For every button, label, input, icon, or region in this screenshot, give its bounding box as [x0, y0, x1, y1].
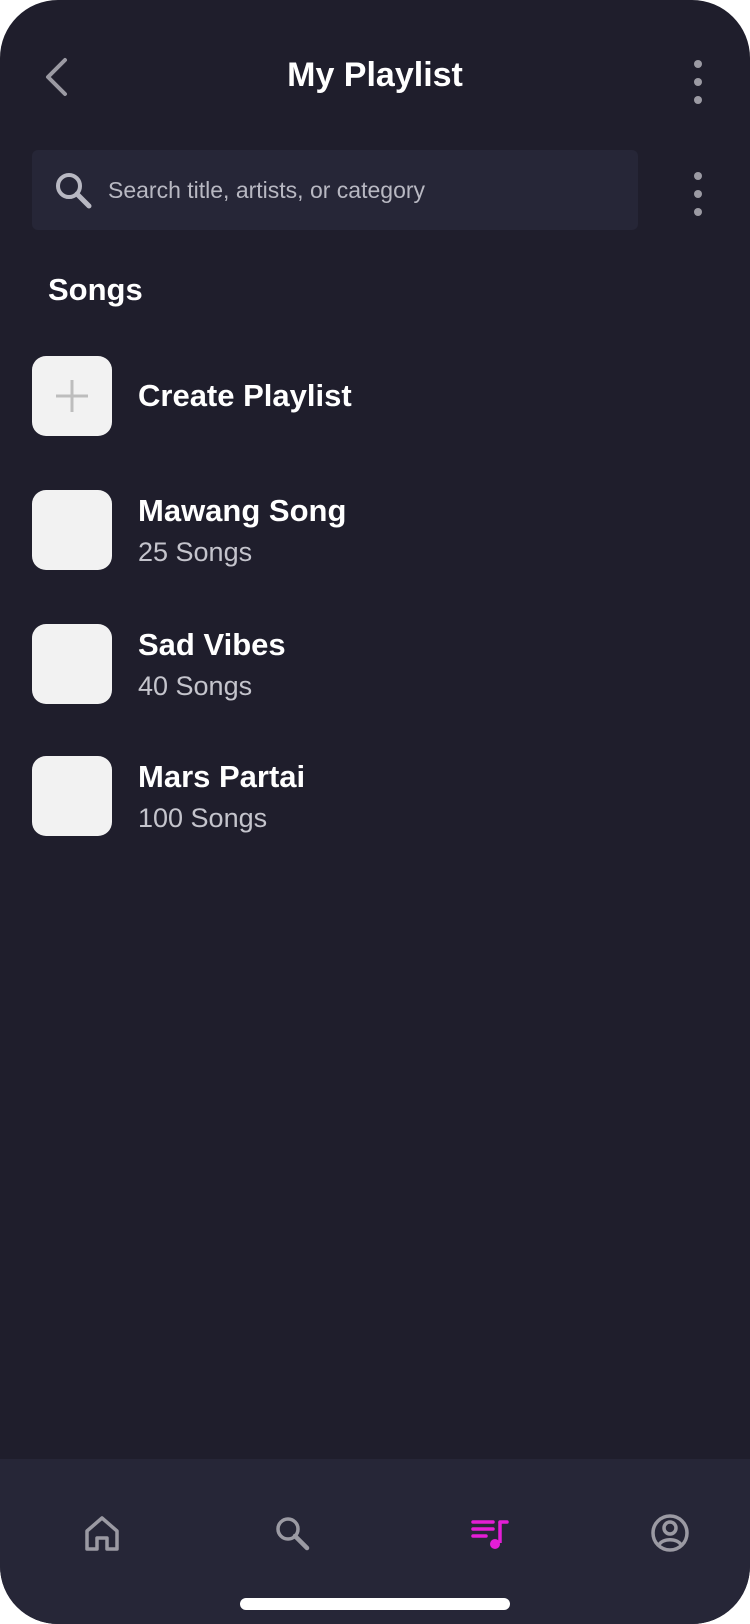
- more-vertical-icon: [694, 60, 702, 68]
- playlist-item[interactable]: Mars Partai 100 Songs: [32, 756, 672, 836]
- plus-icon: [56, 380, 88, 412]
- playlist-icon: [471, 1520, 509, 1549]
- header: My Playlist: [0, 36, 750, 118]
- search-icon: [54, 171, 92, 209]
- playlist-song-count: 40 Songs: [138, 670, 253, 701]
- app-screen: My Playlist Songs Create Playlist: [0, 0, 750, 1624]
- nav-profile[interactable]: [638, 1501, 702, 1565]
- playlist-title: Mawang Song: [138, 492, 347, 528]
- more-vertical-icon: [694, 172, 702, 180]
- section-title: Songs: [48, 272, 143, 307]
- playlist-title: Sad Vibes: [138, 626, 286, 662]
- playlist-item[interactable]: Sad Vibes 40 Songs: [32, 624, 672, 704]
- playlist-cover: [32, 756, 112, 836]
- playlist-item[interactable]: Mawang Song 25 Songs: [32, 490, 672, 570]
- nav-search[interactable]: [260, 1501, 324, 1565]
- search-input[interactable]: [106, 159, 638, 221]
- filter-options-button[interactable]: [686, 172, 710, 216]
- bottom-nav: [0, 1459, 750, 1624]
- page-title: My Playlist: [287, 56, 463, 94]
- playlist-song-count: 25 Songs: [138, 536, 253, 567]
- search-icon: [276, 1517, 310, 1551]
- home-icon: [85, 1516, 119, 1551]
- create-playlist-label: Create Playlist: [138, 378, 352, 413]
- nav-playlist[interactable]: [458, 1501, 522, 1565]
- create-playlist-thumbnail: [32, 356, 112, 436]
- profile-icon: [651, 1514, 689, 1552]
- playlist-song-count: 100 Songs: [138, 802, 268, 833]
- search-bar: [32, 150, 638, 230]
- playlist-cover: [32, 490, 112, 570]
- home-indicator[interactable]: [240, 1598, 510, 1610]
- more-options-button[interactable]: [686, 60, 710, 104]
- playlist-title: Mars Partai: [138, 758, 306, 794]
- playlist-cover: [32, 624, 112, 704]
- create-playlist-button[interactable]: Create Playlist: [32, 356, 672, 436]
- nav-home[interactable]: [70, 1501, 134, 1565]
